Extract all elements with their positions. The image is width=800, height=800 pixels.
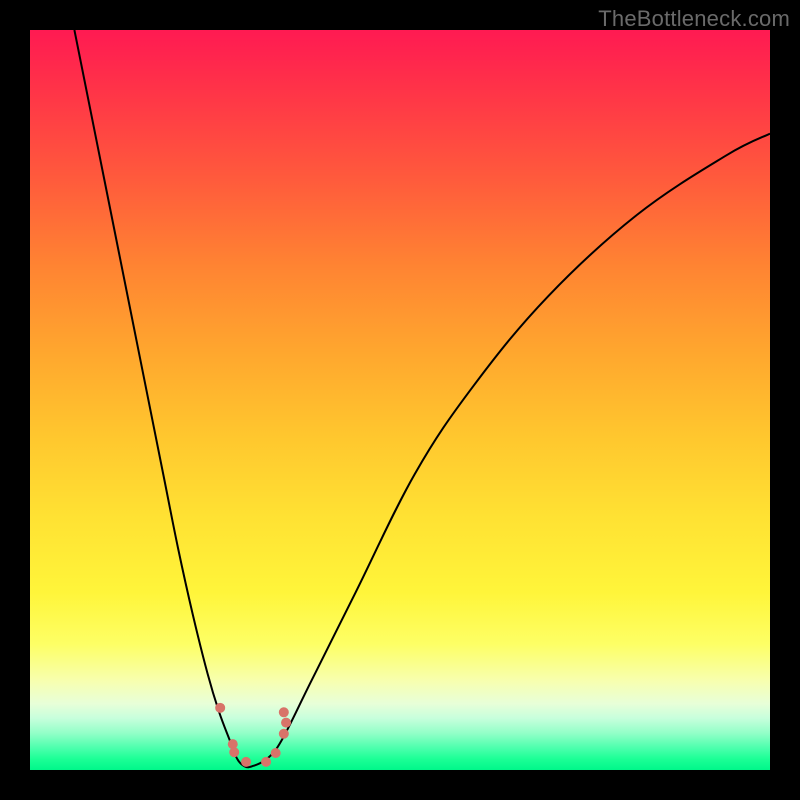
curve-marker — [271, 748, 281, 758]
curve-marker — [279, 729, 289, 739]
curve-marker — [229, 747, 239, 757]
plot-area — [30, 30, 770, 770]
bottleneck-curve — [74, 30, 770, 767]
curve-marker — [281, 718, 291, 728]
curve-marker — [241, 757, 251, 767]
watermark-text: TheBottleneck.com — [598, 6, 790, 32]
curve-marker — [215, 703, 225, 713]
curve-marker — [261, 757, 271, 767]
curve-marker — [279, 707, 289, 717]
bottleneck-curve-svg — [30, 30, 770, 770]
chart-frame: TheBottleneck.com — [0, 0, 800, 800]
